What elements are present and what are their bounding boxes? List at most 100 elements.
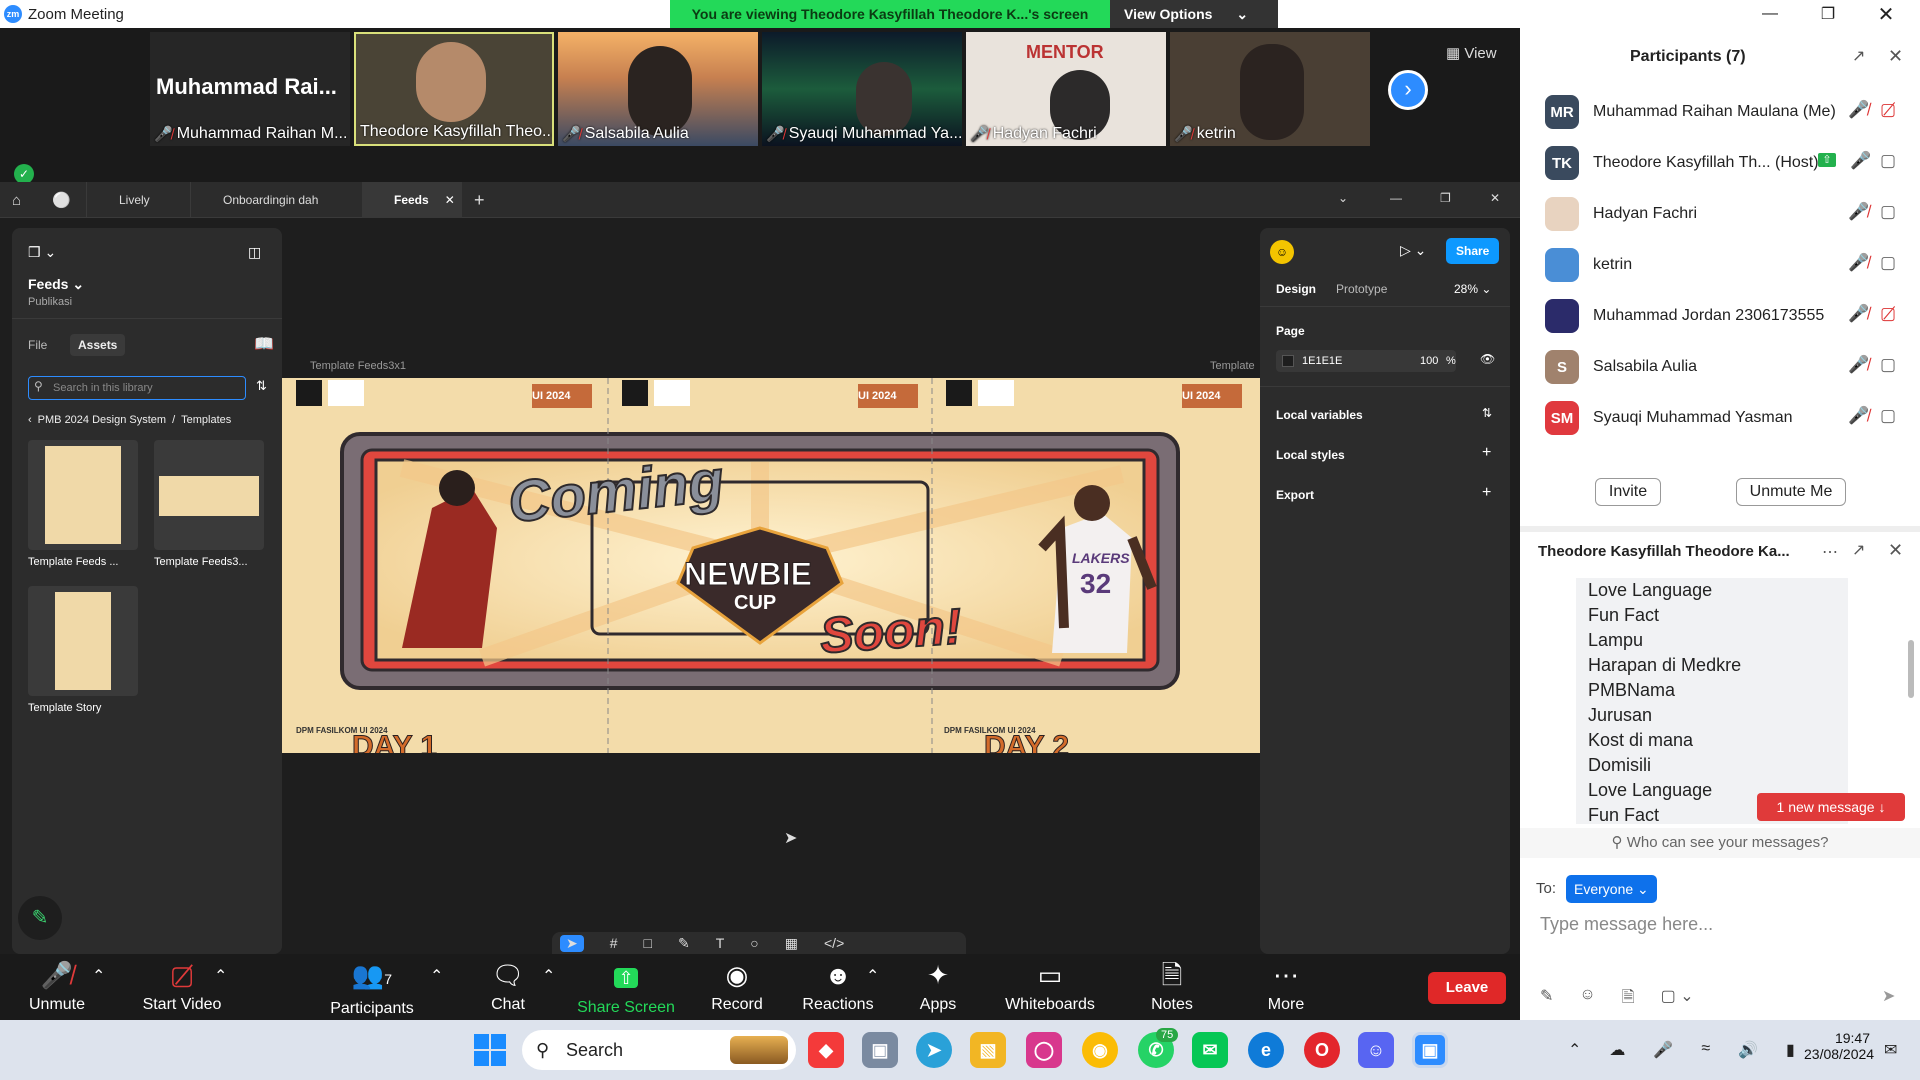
back-chevron-icon[interactable]: ‹	[28, 414, 32, 426]
video-icon[interactable]: ▢	[1880, 202, 1896, 222]
globe-icon[interactable]: ⚪	[52, 191, 71, 209]
shape-tool-icon[interactable]: □	[644, 935, 652, 951]
participant-row[interactable]: MR Muhammad Raihan Maulana (Me)	[1545, 88, 1836, 136]
record-button[interactable]: ◉ Record	[702, 960, 772, 1014]
tab-file[interactable]: File	[28, 338, 47, 352]
windows-start-icon[interactable]	[474, 1034, 506, 1066]
app-icon-box[interactable]: ▣	[862, 1032, 898, 1068]
video-tile[interactable]: Muhammad Rai... 🎤̸ Muhammad Raihan M...	[150, 32, 350, 146]
wifi-icon[interactable]: ≈	[1701, 1040, 1710, 1060]
eye-icon[interactable]: 👁	[1480, 352, 1495, 366]
dev-mode-icon[interactable]: </>	[824, 935, 844, 951]
microphone-tray-icon[interactable]: 🎤	[1653, 1040, 1673, 1060]
video-tile[interactable]: MENTOR 🎤̸ Hadyan Fachri	[966, 32, 1166, 146]
unmute-me-button[interactable]: Unmute Me	[1736, 478, 1846, 506]
minimize-icon[interactable]: —	[1390, 191, 1402, 205]
new-message-button[interactable]: 1 new message ↓	[1757, 793, 1905, 821]
video-icon[interactable]: ▢	[1880, 406, 1896, 426]
video-tile[interactable]: 🎤̸ ketrin	[1170, 32, 1370, 146]
comment-tool-icon[interactable]: ○	[750, 935, 758, 951]
popout-icon[interactable]: ↗	[1852, 540, 1865, 560]
screenshot-icon[interactable]: ▢ ⌄	[1661, 986, 1694, 1013]
add-style-plus-icon[interactable]: +	[1482, 444, 1491, 462]
participants-button[interactable]: 👥7 Participants	[322, 960, 422, 1018]
sidebar-toggle-icon[interactable]: ◫	[248, 244, 261, 261]
page-color-hex[interactable]: 1E1E1E	[1302, 355, 1342, 367]
variables-icon[interactable]: ⇅	[1482, 406, 1492, 420]
pen-tool-icon[interactable]: ✎	[678, 935, 690, 952]
chat-chevron-icon[interactable]: ⌃	[542, 966, 555, 986]
file-explorer-icon[interactable]: ▧	[970, 1032, 1006, 1068]
popout-icon[interactable]: ↗	[1852, 46, 1865, 66]
reactions-chevron-icon[interactable]: ⌃	[866, 966, 879, 986]
video-off-icon[interactable]: ▢̸	[1880, 304, 1896, 324]
home-icon[interactable]: ⌂	[12, 192, 21, 209]
opera-icon[interactable]: O	[1304, 1032, 1340, 1068]
more-button[interactable]: ⋯ More	[1256, 960, 1316, 1014]
figma-menu-icon[interactable]: ❒ ⌄	[28, 244, 56, 261]
chrome-icon[interactable]: ◉	[1082, 1032, 1118, 1068]
security-shield-icon[interactable]: ✓	[14, 164, 34, 184]
feeds-banner-artwork[interactable]: UI 2024 UI 2024 UI 2024 Coming NEWBIE CU…	[282, 378, 1260, 753]
participant-row[interactable]: S Salsabila Aulia	[1545, 343, 1697, 391]
text-tool-icon[interactable]: T	[716, 935, 725, 951]
format-text-icon[interactable]: ✎	[1540, 986, 1553, 1013]
video-icon[interactable]: ▢	[1880, 151, 1896, 171]
chevron-down-icon[interactable]: ⌄	[1338, 191, 1348, 205]
add-export-plus-icon[interactable]: +	[1482, 484, 1491, 502]
local-variables[interactable]: Local variables	[1276, 408, 1363, 422]
resources-icon[interactable]: ▦	[785, 935, 798, 952]
video-tile[interactable]: 🎤̸ Syauqi Muhammad Ya...	[762, 32, 962, 146]
tray-chevron-icon[interactable]: ⌃	[1568, 1040, 1581, 1060]
mic-icon[interactable]: 🎤	[1850, 151, 1871, 171]
who-can-see-link[interactable]: ⚲ Who can see your messages?	[1520, 828, 1920, 858]
present-play-icon[interactable]: ▷ ⌄	[1400, 242, 1426, 259]
invite-button[interactable]: Invite	[1595, 478, 1661, 506]
view-button[interactable]: ▦ View	[1446, 44, 1497, 62]
mic-muted-icon[interactable]: 🎤̸	[1848, 304, 1869, 324]
template-thumbnail[interactable]	[28, 586, 138, 696]
chat-button[interactable]: 🗨 Chat	[478, 960, 538, 1014]
chat-scrollbar[interactable]	[1908, 640, 1914, 698]
file-name[interactable]: Feeds ⌄	[28, 276, 84, 293]
move-tool-icon[interactable]: ➤	[560, 934, 584, 952]
close-icon[interactable]: ✕	[1888, 46, 1903, 67]
video-icon[interactable]: ▢	[1880, 355, 1896, 375]
participant-row[interactable]: ketrin	[1545, 241, 1632, 289]
mic-muted-icon[interactable]: 🎤̸	[1848, 355, 1869, 375]
onedrive-cloud-icon[interactable]: ☁	[1609, 1040, 1625, 1060]
edit-pencil-icon[interactable]: ✎	[18, 896, 62, 940]
tab-lively[interactable]: Lively	[86, 182, 186, 218]
notification-bell-icon[interactable]: ✉	[1884, 1040, 1897, 1060]
search-input[interactable]: Search in this library	[28, 376, 246, 400]
mic-muted-icon[interactable]: 🎤̸	[1848, 406, 1869, 426]
emoji-icon[interactable]: ☺	[1579, 986, 1595, 1013]
audio-options-chevron-icon[interactable]: ⌃	[92, 966, 105, 986]
library-icon[interactable]: 📖	[254, 334, 274, 354]
video-icon[interactable]: ▢	[1880, 253, 1896, 273]
participant-row[interactable]: SM Syauqi Muhammad Yasman	[1545, 394, 1793, 442]
restore-icon[interactable]: ❐	[1440, 191, 1451, 205]
template-thumbnail[interactable]	[154, 440, 264, 550]
zoom-taskbar-icon[interactable]: ▣	[1412, 1032, 1448, 1068]
restore-icon[interactable]: ❐	[1800, 0, 1856, 28]
clock[interactable]: 19:47 23/08/2024	[1804, 1030, 1874, 1062]
video-tile[interactable]: 🎤̸ Salsabila Aulia	[558, 32, 758, 146]
export[interactable]: Export	[1276, 488, 1314, 502]
minimize-icon[interactable]: —	[1742, 0, 1798, 28]
whiteboards-button[interactable]: ▭ Whiteboards	[998, 960, 1102, 1014]
participants-chevron-icon[interactable]: ⌃	[430, 966, 443, 986]
participant-row[interactable]: TK Theodore Kasyfillah Th... (Host)	[1545, 139, 1819, 187]
apps-button[interactable]: ✦ Apps	[908, 960, 968, 1014]
close-icon[interactable]: ✕	[1888, 540, 1903, 561]
video-options-chevron-icon[interactable]: ⌃	[214, 966, 227, 986]
chat-message-input[interactable]: Type message here...	[1540, 914, 1900, 944]
instagram-icon[interactable]: ◯	[1026, 1032, 1062, 1068]
template-thumbnail[interactable]	[28, 440, 138, 550]
participant-row[interactable]: Muhammad Jordan 2306173555	[1545, 292, 1824, 340]
unmute-button[interactable]: 🎤̸ Unmute	[22, 960, 92, 1014]
local-styles[interactable]: Local styles	[1276, 448, 1345, 462]
video-tile-active-speaker[interactable]: Theodore Kasyfillah Theo...	[354, 32, 554, 146]
notes-button[interactable]: 🗎 Notes	[1142, 960, 1202, 1014]
share-button[interactable]: Share	[1446, 238, 1500, 264]
